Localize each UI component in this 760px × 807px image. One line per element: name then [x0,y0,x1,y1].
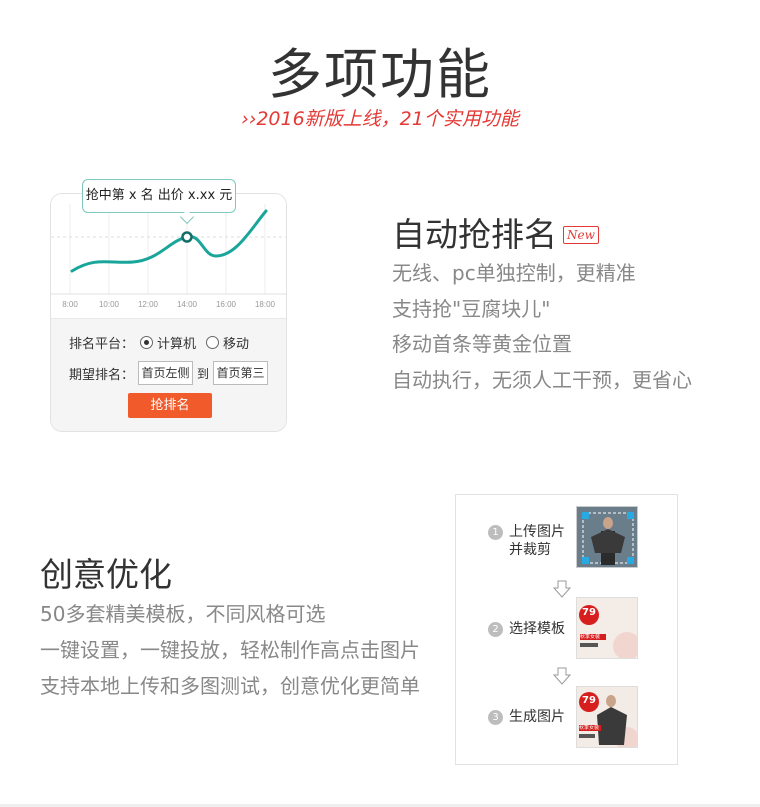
rank-from-field[interactable]: 首页左侧 [138,361,194,385]
feature1-line: 支持抢"豆腐块儿" [392,296,551,321]
mobile-radio-label: 移动 [223,337,250,352]
feature1-title-text: 自动抢排名 [392,215,557,254]
platform-label: 排名平台： [69,337,135,352]
feature1-line: 移动首条等黄金位置 [392,332,572,356]
chart-tick-label: 12:00 [138,300,159,309]
feature1-title: 自动抢排名 New [392,208,599,256]
feature2-title: 创意优化 [40,555,172,594]
step-number-icon: 2 [488,622,503,637]
auto-rank-card: 8:00 10:00 12:00 14:00 16:00 18:00 排名平台：… [50,193,287,432]
rank-to-word: 到 [197,366,210,381]
rank-row: 期望排名： 首页左侧 到 首页第三 [69,361,269,385]
chart-line [70,209,268,273]
rank-label: 期望排名： [69,367,135,383]
platform-row: 排名平台： 计算机 移动 [69,333,249,352]
chart-tick-label: 18:00 [255,300,276,309]
creative-steps-panel: 1 上传图片 并裁剪 2 选择模板 79 秋季女装 3 生成图片 79 秋季女装 [455,494,678,765]
computer-radio-label: 计算机 [157,337,197,352]
computer-radio[interactable] [140,336,154,349]
template-thumbnail: 79 秋季女装 [576,597,638,659]
feature1-description: 无线、pc单独控制，更精准 支持抢"豆腐块儿" 移动首条等黄金位置 自动执行，无… [392,257,692,399]
uploaded-photo-thumbnail [576,506,638,568]
step-3-text: 生成图片 [509,709,565,725]
down-arrow-icon [553,580,571,598]
generated-text: 秋季女装 [579,725,600,731]
rank-form: 排名平台： 计算机 移动 期望排名： 首页左侧 到 首页第三 抢排名 [51,318,286,431]
bid-tooltip: 抢中第 x 名 出价 x.xx 元 [82,179,236,213]
page-title: 多项功能 [268,43,492,106]
chart-tick-label: 8:00 [62,300,78,309]
rank-to-field[interactable]: 首页第三 [213,361,269,385]
chart-tick-label: 16:00 [216,300,237,309]
step-1-text: 上传图片 [509,524,565,540]
step-number-icon: 3 [488,710,503,725]
step-1-label: 1 上传图片 并裁剪 [488,523,565,559]
step-2-text: 选择模板 [509,621,565,637]
feature1-line: 自动执行，无须人工干预，更省心 [392,367,692,392]
feature2-line: 一键设置，一键投放，轻松制作高点击图片 [40,638,420,662]
feature2-line: 支持本地上传和多图测试，创意优化更简单 [40,674,420,698]
step-1-text-2: 并裁剪 [509,542,551,558]
new-badge: New [563,226,599,244]
chart-point [181,231,193,243]
mobile-radio[interactable] [206,336,220,349]
feature2-description: 50多套精美模板，不同风格可选 一键设置，一键投放，轻松制作高点击图片 支持本地… [40,598,420,706]
chart-tick-label: 14:00 [177,300,198,309]
step-3-label: 3 生成图片 [488,708,565,726]
chart-tick-label: 10:00 [99,300,120,309]
feature1-line: 无线、pc单独控制，更精准 [392,261,636,285]
step-number-icon: 1 [488,525,503,540]
grab-rank-button[interactable]: 抢排名 [128,393,212,418]
template-text: 秋季女装 [580,634,601,640]
generated-price: 79 [582,695,596,706]
generated-image-thumbnail: 79 秋季女装 [576,686,638,748]
feature2-line: 50多套精美模板，不同风格可选 [40,602,326,626]
down-arrow-icon [553,667,571,685]
page-subtitle: ››2016新版上线，21个实用功能 [241,108,519,130]
template-price: 79 [582,607,596,618]
step-2-label: 2 选择模板 [488,620,565,638]
